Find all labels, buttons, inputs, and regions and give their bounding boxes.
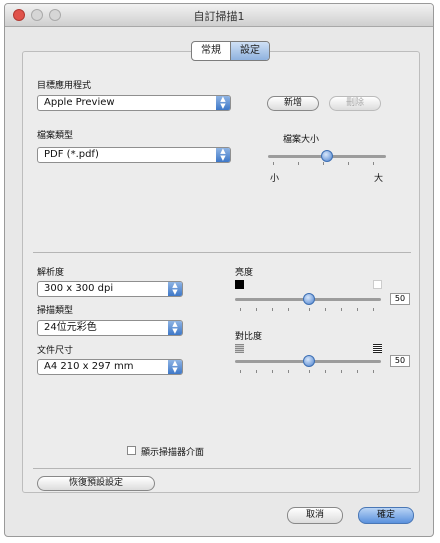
slider-tick bbox=[240, 308, 241, 311]
dark-swatch-icon bbox=[235, 280, 244, 289]
slider-tick bbox=[273, 162, 274, 165]
tab-general[interactable]: 常規 bbox=[192, 42, 230, 60]
scan-type-value: 24位元彩色 bbox=[44, 322, 97, 333]
slider-tick bbox=[288, 370, 289, 373]
document-size-select[interactable]: A4 210 x 297 mm ▲ ▼ bbox=[37, 359, 183, 375]
file-type-select[interactable]: PDF (*.pdf) ▲ ▼ bbox=[37, 147, 231, 163]
slider-tick bbox=[348, 162, 349, 165]
new-button[interactable]: 新增 bbox=[267, 96, 319, 111]
slider-tick bbox=[325, 308, 326, 311]
slider-tick bbox=[309, 308, 310, 311]
tab-settings[interactable]: 設定 bbox=[230, 42, 269, 60]
file-type-value: PDF (*.pdf) bbox=[44, 149, 99, 160]
brightness-label: 亮度 bbox=[235, 268, 254, 278]
document-size-value: A4 210 x 297 mm bbox=[44, 361, 134, 372]
file-size-label: 檔案大小 bbox=[283, 135, 320, 145]
target-app-label: 目標應用程式 bbox=[37, 81, 92, 91]
popup-arrows-icon: ▲ ▼ bbox=[168, 321, 182, 335]
ok-button[interactable]: 確定 bbox=[358, 507, 414, 524]
low-contrast-icon bbox=[235, 344, 244, 353]
file-size-min-label: 小 bbox=[270, 174, 280, 184]
slider-tick bbox=[373, 308, 374, 311]
slider-tick bbox=[357, 308, 358, 311]
slider-tick bbox=[240, 370, 241, 373]
restore-defaults-button[interactable]: 恢復預設設定 bbox=[37, 476, 155, 491]
popup-arrows-icon: ▲ ▼ bbox=[216, 96, 230, 110]
slider-tick bbox=[341, 308, 342, 311]
slider-tick bbox=[309, 370, 310, 373]
popup-arrows-icon: ▲ ▼ bbox=[168, 282, 182, 296]
slider-tick bbox=[272, 370, 273, 373]
slider-tick bbox=[298, 162, 299, 165]
tab-bar: 常規 設定 bbox=[191, 41, 270, 61]
target-app-value: Apple Preview bbox=[44, 97, 115, 108]
slider-tick bbox=[256, 308, 257, 311]
resolution-value: 300 x 300 dpi bbox=[44, 283, 114, 294]
section-divider bbox=[33, 468, 411, 469]
resolution-select[interactable]: 300 x 300 dpi ▲ ▼ bbox=[37, 281, 183, 297]
high-contrast-icon bbox=[373, 344, 382, 353]
contrast-value-field[interactable]: 50 bbox=[390, 355, 410, 367]
scan-type-label: 掃描類型 bbox=[37, 306, 74, 316]
slider-tick bbox=[272, 308, 273, 311]
popup-arrows-icon: ▲ ▼ bbox=[216, 148, 230, 162]
slider-tick bbox=[325, 370, 326, 373]
light-swatch-icon bbox=[373, 280, 382, 289]
target-app-select[interactable]: Apple Preview ▲ ▼ bbox=[37, 95, 231, 111]
slider-tick bbox=[288, 308, 289, 311]
slider-tick bbox=[373, 162, 374, 165]
scan-type-select[interactable]: 24位元彩色 ▲ ▼ bbox=[37, 320, 183, 336]
title-bar: 自訂掃描1 bbox=[5, 4, 433, 27]
section-divider bbox=[33, 252, 411, 253]
cancel-button[interactable]: 取消 bbox=[287, 507, 343, 524]
brightness-value-field[interactable]: 50 bbox=[390, 293, 410, 305]
delete-button[interactable]: 刪除 bbox=[329, 96, 381, 111]
show-interface-label: 顯示掃描器介面 bbox=[141, 448, 205, 458]
file-type-label: 檔案類型 bbox=[37, 131, 74, 141]
file-size-max-label: 大 bbox=[374, 174, 384, 184]
window-title: 自訂掃描1 bbox=[193, 10, 245, 23]
document-size-label: 文件尺寸 bbox=[37, 346, 74, 356]
contrast-label: 對比度 bbox=[235, 332, 263, 342]
popup-arrows-icon: ▲ ▼ bbox=[168, 360, 182, 374]
settings-panel: 目標應用程式 Apple Preview ▲ ▼ 新增 刪除 檔案類型 PDF (… bbox=[22, 51, 420, 493]
contrast-slider-knob[interactable] bbox=[303, 355, 315, 367]
dialog-window: 自訂掃描1 目標應用程式 Apple Preview ▲ ▼ 新增 刪除 檔案類型… bbox=[4, 3, 434, 537]
slider-tick bbox=[341, 370, 342, 373]
slider-tick bbox=[323, 162, 324, 165]
slider-tick bbox=[373, 370, 374, 373]
slider-tick bbox=[357, 370, 358, 373]
resolution-label: 解析度 bbox=[37, 268, 65, 278]
show-interface-checkbox[interactable] bbox=[127, 446, 136, 455]
slider-tick bbox=[256, 370, 257, 373]
file-size-slider-knob[interactable] bbox=[321, 150, 333, 162]
brightness-slider-knob[interactable] bbox=[303, 293, 315, 305]
